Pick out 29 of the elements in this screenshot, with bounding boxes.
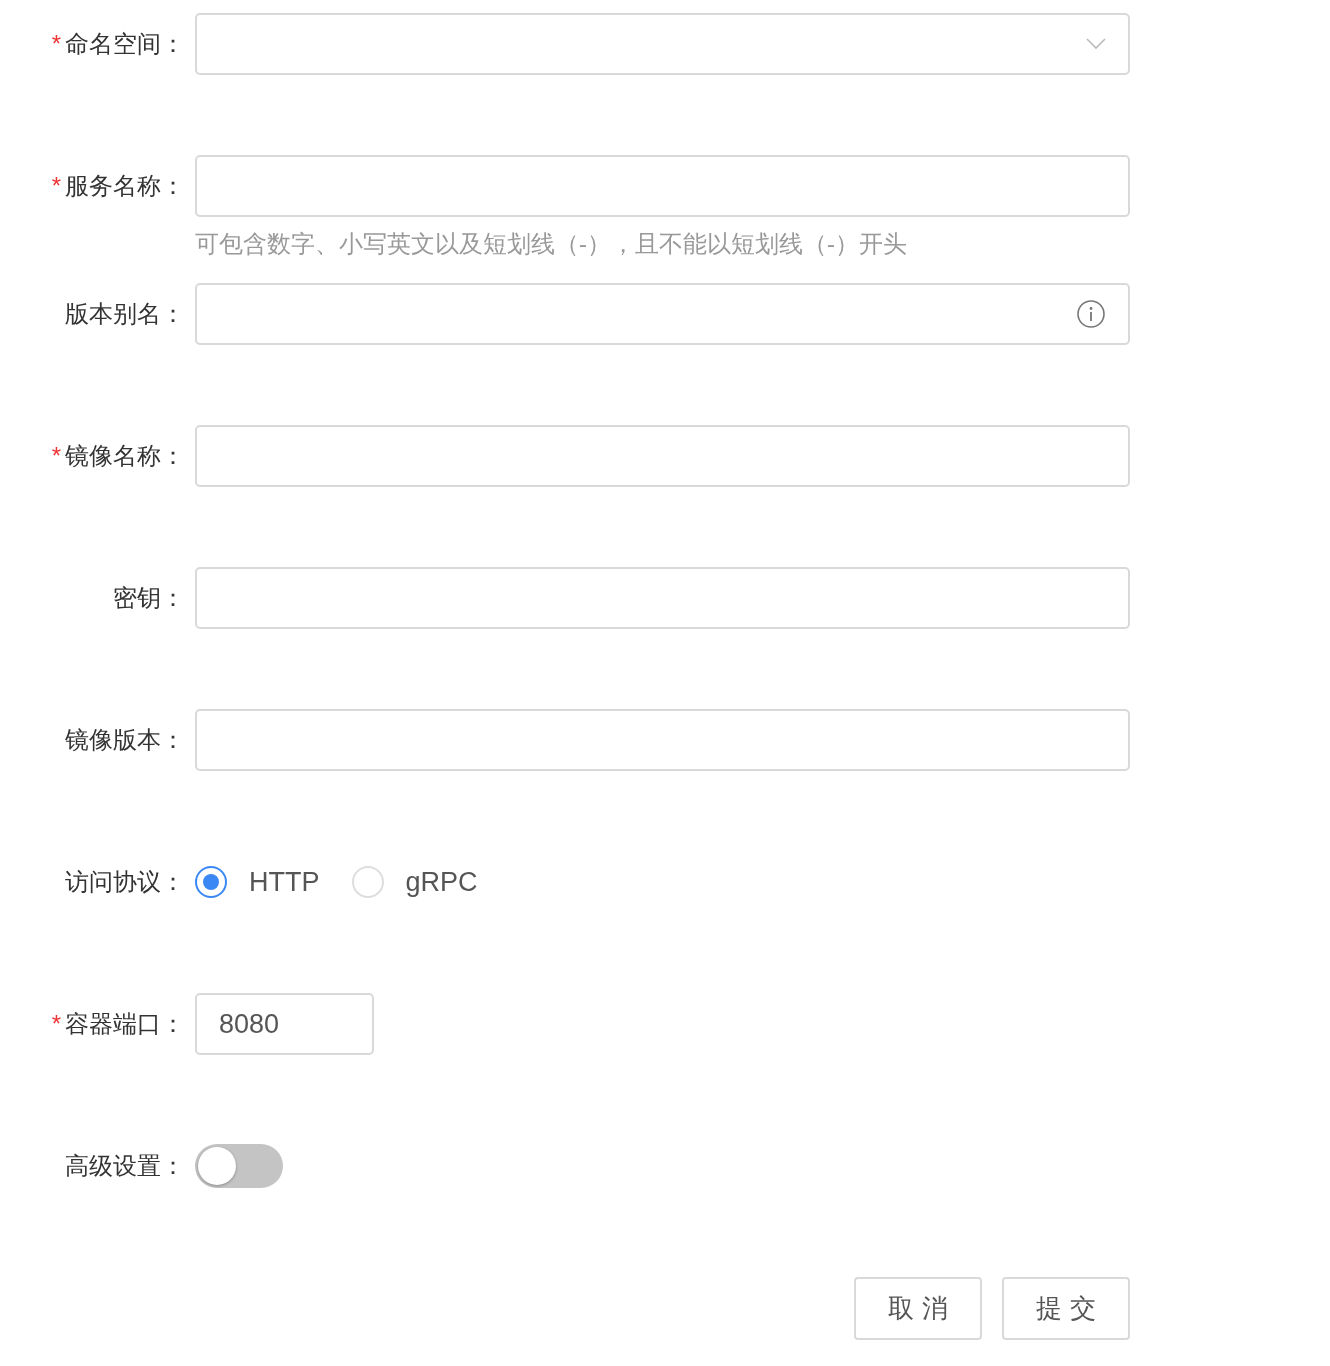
input-field[interactable]: 8080 [195,993,374,1055]
required-mark: * [51,172,61,200]
field-label: 命名空间： [65,29,185,59]
field-label: 服务名称： [65,171,185,201]
radio-button[interactable] [195,866,227,898]
required-mark: * [51,442,61,470]
field-label: 版本别名： [65,299,185,329]
input-field[interactable] [195,567,1130,629]
field-label: 容器端口： [65,1009,185,1039]
field-label: 镜像名称： [65,441,185,471]
field-label: 访问协议： [65,867,185,897]
action-button[interactable]: 取 消 [854,1277,982,1340]
chevron-down-icon [1086,38,1106,50]
input-field[interactable] [195,709,1130,771]
toggle-switch[interactable] [195,1144,283,1188]
hint-text: 可包含数字、小写英文以及短划线（-），且不能以短划线（-）开头 [195,229,908,259]
info-icon [1076,299,1106,329]
field-label: 镜像版本： [65,725,185,755]
action-button[interactable]: 提 交 [1002,1277,1130,1340]
input-field[interactable] [195,155,1130,217]
input-field[interactable] [195,425,1130,487]
radio-label[interactable]: gRPC [405,866,478,898]
required-mark: * [51,1010,61,1038]
required-mark: * [51,30,61,58]
field-label: 高级设置： [65,1151,185,1181]
field-label: 密钥： [113,583,185,613]
select-field[interactable] [195,13,1130,75]
radio-label[interactable]: HTTP [249,866,320,898]
input-field[interactable] [195,283,1130,345]
